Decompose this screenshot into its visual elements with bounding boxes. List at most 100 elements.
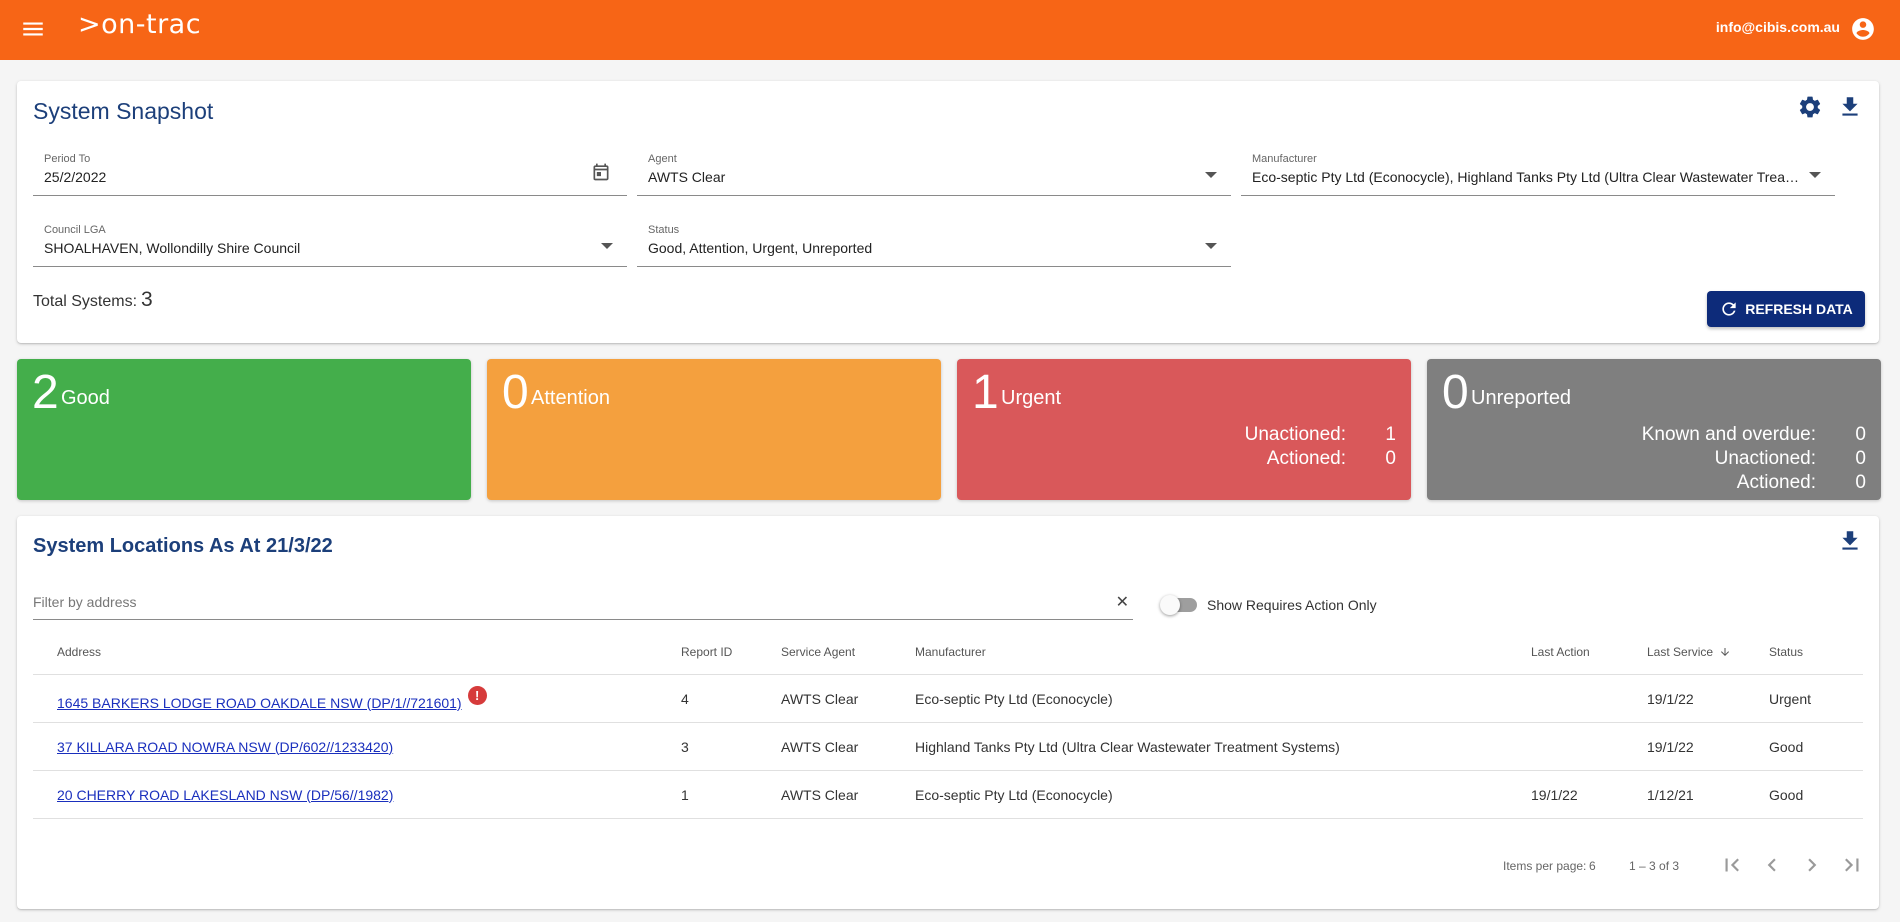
- manufacturer-label: Manufacturer: [1252, 153, 1317, 165]
- service-agent-cell: AWTS Clear: [781, 786, 859, 803]
- chevron-down-icon: [1205, 243, 1217, 249]
- table-row[interactable]: 20 CHERRY ROAD LAKESLAND NSW (DP/56//198…: [33, 771, 1863, 819]
- download-icon[interactable]: [1837, 94, 1863, 120]
- system-locations-card: System Locations As At 21/3/22 ✕ Show Re…: [17, 516, 1879, 909]
- good-status-tile[interactable]: 2 Good: [17, 359, 471, 500]
- agent-label: Agent: [648, 153, 677, 165]
- calendar-icon[interactable]: [591, 162, 611, 182]
- col-last-service-label: Last Service: [1647, 644, 1714, 659]
- col-status-header[interactable]: Status: [1769, 629, 1803, 674]
- unreported-stats: Known and overdue: 0 Unactioned: 0 Actio…: [1642, 423, 1866, 495]
- urgent-status-tile[interactable]: 1 Urgent Unactioned: 1 Actioned: 0: [957, 359, 1411, 500]
- top-app-bar: >on-trac info@cibis.com.au: [0, 0, 1900, 60]
- unreported-unactioned-label: Unactioned:: [1714, 448, 1816, 469]
- previous-page-icon[interactable]: [1759, 852, 1785, 878]
- last-page-icon[interactable]: [1839, 852, 1865, 878]
- report-id-cell: 1: [681, 786, 689, 803]
- period-to-label: Period To: [44, 153, 91, 165]
- address-cell: 1645 BARKERS LODGE ROAD OAKDALE NSW (DP/…: [57, 675, 487, 722]
- status-cell: Good: [1769, 786, 1804, 803]
- table-row[interactable]: 1645 BARKERS LODGE ROAD OAKDALE NSW (DP/…: [33, 675, 1863, 723]
- first-page-icon[interactable]: [1719, 852, 1745, 878]
- status-cell: Urgent: [1769, 690, 1812, 707]
- clear-filter-icon[interactable]: ✕: [1116, 592, 1129, 612]
- manufacturer-select[interactable]: Manufacturer Eco-septic Pty Ltd (Econocy…: [1241, 150, 1835, 196]
- next-page-icon[interactable]: [1799, 852, 1825, 878]
- urgent-actioned-label: Actioned:: [1266, 448, 1346, 469]
- requires-action-toggle[interactable]: Show Requires Action Only: [1160, 595, 1377, 615]
- col-manufacturer-header[interactable]: Manufacturer: [915, 629, 986, 674]
- chevron-down-icon: [601, 243, 613, 249]
- refresh-data-button[interactable]: REFRESH DATA: [1707, 291, 1865, 327]
- table-paginator: Items per page: 6 1 – 3 of 3: [33, 846, 1863, 886]
- status-select[interactable]: Status Good, Attention, Urgent, Unreport…: [637, 221, 1231, 267]
- agent-value: AWTS Clear: [648, 169, 726, 185]
- urgent-stats: Unactioned: 1 Actioned: 0: [1245, 423, 1396, 471]
- urgent-label: Urgent: [1001, 387, 1062, 409]
- table-row[interactable]: 37 KILLARA ROAD NOWRA NSW (DP/602//12334…: [33, 723, 1863, 771]
- period-to-value[interactable]: 25/2/2022: [44, 169, 106, 185]
- unreported-actioned-row: Actioned: 0: [1642, 471, 1866, 495]
- snapshot-title: System Snapshot: [33, 98, 214, 124]
- alert-icon: !: [467, 686, 487, 705]
- items-per-page-label: Items per page:: [1503, 859, 1587, 873]
- total-systems-label: Total Systems:: [33, 293, 138, 310]
- last-service-cell: 1/12/21: [1647, 786, 1694, 803]
- page-size-select[interactable]: 6: [1589, 859, 1596, 873]
- table-header-row: Address Report ID Service Agent Manufact…: [33, 629, 1863, 675]
- col-report-id-header[interactable]: Report ID: [681, 629, 732, 674]
- address-cell: 37 KILLARA ROAD NOWRA NSW (DP/602//12334…: [57, 723, 393, 770]
- user-email[interactable]: info@cibis.com.au: [1716, 19, 1840, 35]
- last-action-cell: 19/1/22: [1531, 786, 1578, 803]
- report-id-cell: 3: [681, 738, 689, 755]
- address-filter-field[interactable]: ✕: [33, 588, 1133, 620]
- council-lga-select[interactable]: Council LGA SHOALHAVEN, Wollondilly Shir…: [33, 221, 627, 267]
- service-agent-cell: AWTS Clear: [781, 738, 859, 755]
- unreported-overdue-label: Known and overdue:: [1641, 424, 1816, 445]
- download-icon[interactable]: [1837, 528, 1863, 554]
- refresh-icon: [1722, 302, 1736, 316]
- urgent-unactioned-row: Unactioned: 1: [1245, 423, 1396, 447]
- total-systems: Total Systems: 3: [33, 288, 153, 312]
- good-label: Good: [61, 387, 110, 409]
- settings-gear-icon[interactable]: [1797, 94, 1823, 120]
- total-systems-value: 3: [141, 288, 153, 311]
- urgent-actioned-row: Actioned: 0: [1245, 447, 1396, 471]
- toggle-knob[interactable]: [1160, 595, 1180, 615]
- status-value: Good, Attention, Urgent, Unreported: [648, 240, 873, 256]
- unreported-unactioned-value: 0: [1855, 448, 1866, 469]
- unreported-overdue-value: 0: [1855, 424, 1866, 445]
- manufacturer-cell: Eco-septic Pty Ltd (Econocycle): [915, 690, 1113, 707]
- agent-select[interactable]: Agent AWTS Clear: [637, 150, 1231, 196]
- manufacturer-value: Eco-septic Pty Ltd (Econocycle), Highlan…: [1252, 169, 1802, 185]
- period-to-field[interactable]: Period To 25/2/2022: [33, 150, 627, 196]
- urgent-actioned-value: 0: [1385, 448, 1396, 469]
- unreported-unactioned-row: Unactioned: 0: [1642, 447, 1866, 471]
- unreported-count: 0: [1442, 366, 1469, 419]
- unreported-actioned-label: Actioned:: [1736, 472, 1816, 493]
- page-range-label: 1 – 3 of 3: [1629, 859, 1680, 873]
- col-last-action-header[interactable]: Last Action: [1531, 629, 1590, 674]
- good-count: 2: [32, 366, 59, 419]
- col-last-service-header[interactable]: Last Service: [1647, 629, 1731, 674]
- address-link[interactable]: 1645 BARKERS LODGE ROAD OAKDALE NSW (DP/…: [57, 695, 462, 711]
- manufacturer-cell: Highland Tanks Pty Ltd (Ultra Clear Wast…: [915, 738, 1340, 755]
- app-logo[interactable]: >on-trac: [78, 9, 201, 40]
- account-circle-icon[interactable]: [1850, 16, 1876, 42]
- council-lga-value: SHOALHAVEN, Wollondilly Shire Council: [44, 240, 301, 256]
- address-link[interactable]: 20 CHERRY ROAD LAKESLAND NSW (DP/56//198…: [57, 787, 393, 803]
- col-service-agent-header[interactable]: Service Agent: [781, 629, 855, 674]
- attention-status-tile[interactable]: 0 Attention: [487, 359, 941, 500]
- address-filter-input[interactable]: [33, 590, 1093, 614]
- toggle-track[interactable]: [1160, 595, 1197, 615]
- sort-arrow-down-icon: [1721, 647, 1730, 656]
- unreported-label: Unreported: [1471, 387, 1572, 409]
- last-service-cell: 19/1/22: [1647, 690, 1694, 707]
- address-link[interactable]: 37 KILLARA ROAD NOWRA NSW (DP/602//12334…: [57, 739, 393, 755]
- menu-icon[interactable]: [20, 16, 46, 42]
- col-address-header[interactable]: Address: [57, 629, 101, 674]
- chevron-down-icon: [1205, 172, 1217, 178]
- system-locations-table: Address Report ID Service Agent Manufact…: [33, 629, 1863, 819]
- service-agent-cell: AWTS Clear: [781, 690, 859, 707]
- unreported-status-tile[interactable]: 0 Unreported Known and overdue: 0 Unacti…: [1427, 359, 1881, 500]
